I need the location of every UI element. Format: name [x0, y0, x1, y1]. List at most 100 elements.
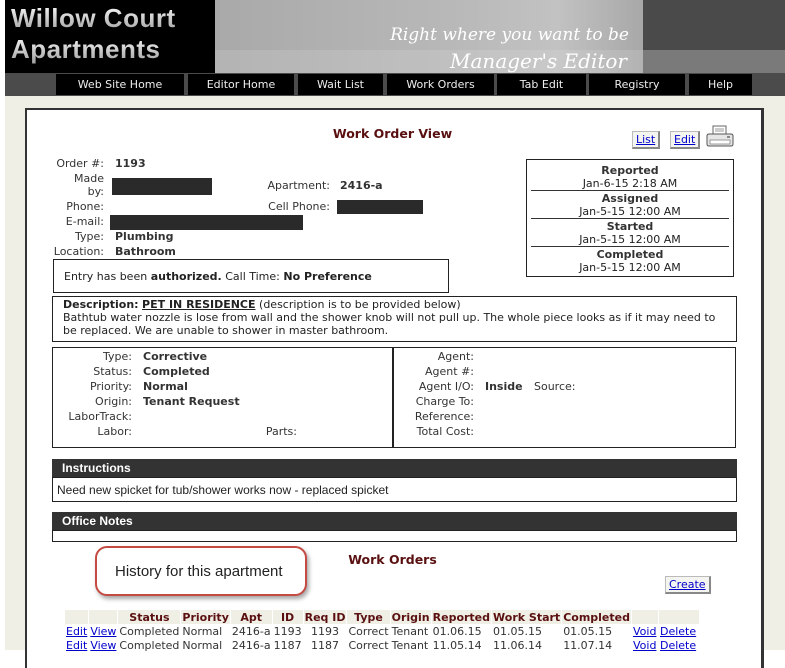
nav-help[interactable]: Help — [689, 74, 752, 95]
view-link[interactable]: View — [90, 625, 116, 638]
apartment-value: 2416-a — [340, 179, 383, 192]
nav-tab-edit[interactable]: Tab Edit — [497, 74, 586, 95]
order-no-value: 1193 — [115, 157, 146, 170]
page-title: Work Order View — [332, 126, 453, 141]
started-label: Started — [606, 220, 654, 233]
col-delete — [658, 610, 699, 624]
divider — [531, 246, 729, 247]
agent-no-label: Agent #: — [425, 365, 474, 378]
instructions-header: Instructions — [52, 459, 737, 477]
col-void — [631, 610, 658, 624]
col-req-id[interactable]: Req ID — [303, 610, 347, 624]
detail-status-label: Status: — [93, 365, 132, 378]
divider — [531, 190, 729, 191]
nav-work-orders[interactable]: Work Orders — [387, 74, 494, 95]
location-value: Bathroom — [115, 245, 176, 258]
entry-box: Entry has been authorized. Call Time: No… — [53, 259, 449, 293]
detail-status-value: Completed — [143, 365, 210, 378]
col-apt[interactable]: Apt — [230, 610, 272, 624]
instructions-body: Need new spicket for tub/shower works no… — [52, 477, 737, 502]
dates-box: Reported Jan-6-15 2:18 AM Assigned Jan-5… — [526, 159, 734, 277]
completed-value: Jan-5-15 12:00 AM — [579, 261, 681, 274]
order-no-label: Order #: — [56, 157, 104, 170]
edit-button[interactable]: Edit — [670, 131, 701, 149]
reported-label: Reported — [601, 164, 659, 177]
description-text: Bathtub water nozzle is lose from wall a… — [63, 311, 716, 337]
list-button[interactable]: List — [632, 131, 661, 149]
made-by-label-1: Made — [74, 172, 104, 185]
labortrack-label: LaborTrack: — [68, 410, 132, 423]
detail-origin-label: Origin: — [95, 395, 132, 408]
cell-req-id: 1193 — [311, 624, 340, 638]
cell-origin: Tenant — [391, 624, 429, 638]
col-view — [89, 610, 118, 624]
work-orders-table: Status Priority Apt ID Req ID Type Origi… — [64, 610, 700, 652]
work-orders-title: Work Orders — [348, 552, 437, 567]
cell-work-start: 01.05.15 — [493, 624, 543, 638]
charge-to-label: Charge To: — [415, 395, 474, 408]
assigned-value: Jan-5-15 12:00 AM — [579, 205, 681, 218]
col-completed[interactable]: Completed — [562, 610, 631, 624]
made-by-label-2: by: — [87, 185, 104, 198]
header-decor-block — [643, 0, 785, 50]
logo-line-2: Apartments — [11, 34, 161, 64]
total-cost-label: Total Cost: — [416, 425, 474, 438]
made-by-redacted — [112, 178, 212, 195]
reference-label: Reference: — [414, 410, 474, 423]
agent-io-label: Agent I/O: — [418, 380, 474, 393]
description-label: Description: — [63, 298, 139, 311]
printer-icon[interactable] — [706, 125, 734, 149]
col-reported[interactable]: Reported — [431, 610, 492, 624]
started-value: Jan-5-15 12:00 AM — [579, 233, 681, 246]
entry-status: authorized. — [150, 270, 222, 283]
col-type[interactable]: Type — [347, 610, 390, 624]
detail-priority-value: Normal — [143, 380, 188, 393]
header-subtitle: Manager's Editor — [450, 49, 627, 73]
nav-editor-home[interactable]: Editor Home — [188, 74, 294, 95]
site-logo[interactable]: Willow Court Apartments — [5, 0, 215, 73]
cell-phone-label: Cell Phone: — [268, 200, 330, 213]
main-nav: Web Site Home Editor Home Wait List Work… — [5, 73, 785, 96]
apartment-label: Apartment: — [267, 179, 330, 192]
create-button[interactable]: Create — [665, 576, 711, 594]
table-row: Edit View Completed Normal 2416-a 1193 1… — [65, 624, 699, 638]
location-label: Location: — [53, 245, 104, 258]
col-work-start[interactable]: Work Start — [492, 610, 562, 624]
office-notes-header: Office Notes — [52, 512, 737, 530]
nav-wait-list[interactable]: Wait List — [298, 74, 383, 95]
table-header-row: Status Priority Apt ID Req ID Type Origi… — [65, 610, 699, 624]
cell-priority: Normal — [182, 624, 223, 638]
cell-completed: 01.05.15 — [563, 624, 613, 638]
col-origin[interactable]: Origin — [390, 610, 431, 624]
detail-origin-value: Tenant Request — [143, 395, 240, 408]
entry-text: Entry has been authorized. Call Time: No… — [64, 270, 372, 283]
void-link[interactable]: Void — [633, 625, 656, 638]
col-id[interactable]: ID — [272, 610, 303, 624]
cell-phone-redacted — [337, 200, 423, 214]
completed-label: Completed — [596, 248, 664, 261]
header-decor-band — [643, 50, 785, 73]
header-tagline: Right where you want to be — [390, 25, 629, 45]
nav-registry[interactable]: Registry — [589, 74, 685, 95]
email-label: E-mail: — [65, 215, 104, 228]
site-header: Willow Court Apartments Right where you … — [0, 0, 785, 96]
col-priority[interactable]: Priority — [181, 610, 230, 624]
nav-web-site-home[interactable]: Web Site Home — [56, 74, 184, 95]
call-time-value: No Preference — [283, 270, 372, 283]
cell-status: Completed — [119, 624, 180, 638]
logo-line-1: Willow Court — [11, 3, 176, 33]
type-value: Plumbing — [115, 230, 174, 243]
detail-type-label: Type: — [103, 350, 132, 363]
delete-link[interactable]: Delete — [660, 625, 696, 638]
cell-id: 1193 — [273, 624, 302, 638]
office-notes-body — [52, 530, 737, 542]
assigned-label: Assigned — [601, 192, 659, 205]
detail-type-value: Corrective — [143, 350, 208, 363]
col-status[interactable]: Status — [118, 610, 181, 624]
parts-label: Parts: — [265, 425, 297, 438]
type-label: Type: — [75, 230, 104, 243]
edit-link[interactable]: Edit — [66, 625, 87, 638]
cell-type: Correct — [348, 624, 389, 638]
description-flag: PET IN RESIDENCE — [142, 298, 256, 311]
source-label: Source: — [534, 380, 576, 393]
